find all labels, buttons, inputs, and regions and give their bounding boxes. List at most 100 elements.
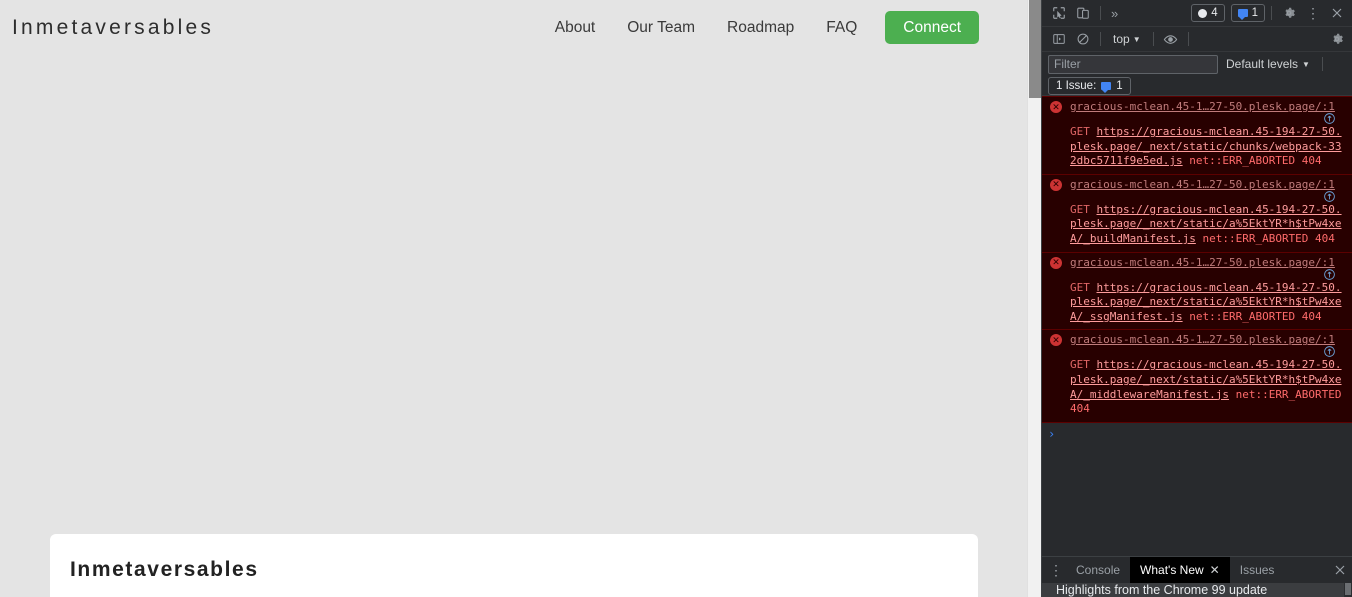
issue-message-icon (1237, 9, 1248, 20)
devtools-main-toolbar: » 4 1 ⋮ (1042, 0, 1352, 27)
log-levels-selector[interactable]: Default levels ▼ (1226, 57, 1310, 71)
console-toolbar: top ▼ (1042, 27, 1352, 52)
more-options-icon[interactable]: ⋮ (1302, 2, 1324, 24)
console-message-list[interactable]: ✕ gracious-mclean.45-1…27-50.plesk.page/… (1042, 96, 1352, 556)
error-circle-icon: ✕ (1050, 178, 1062, 191)
close-icon-whats-new-tab[interactable]: ✕ (1210, 564, 1220, 576)
console-error-row[interactable]: ✕ gracious-mclean.45-1…27-50.plesk.page/… (1042, 96, 1352, 175)
main-navigation: About Our Team Roadmap FAQ Connect (539, 10, 1027, 45)
content-card: Inmetaversables (50, 534, 978, 597)
toolbar-divider (1100, 6, 1101, 20)
issues-chip-icon (1101, 81, 1112, 93)
whats-new-headline[interactable]: Highlights from the Chrome 99 update (1056, 583, 1267, 597)
site-logo[interactable]: Inmetaversables (12, 16, 214, 40)
toolbar-divider-2 (1271, 6, 1272, 20)
console-filter-row: Default levels ▼ (1042, 52, 1352, 76)
console-error-source-link[interactable]: gracious-mclean.45-1…27-50.plesk.page/:1 (1070, 333, 1335, 346)
site-header: Inmetaversables About Our Team Roadmap F… (0, 0, 1027, 55)
console-error-body: GET https://gracious-mclean.45-194-27-50… (1046, 125, 1348, 169)
nav-link-our-team[interactable]: Our Team (611, 19, 711, 37)
console-error-header: ✕ gracious-mclean.45-1…27-50.plesk.page/… (1046, 100, 1348, 124)
whats-new-scrollbar[interactable] (1344, 583, 1352, 597)
whats-new-panel: Highlights from the Chrome 99 update (1042, 583, 1352, 597)
error-circle-icon: ✕ (1050, 334, 1062, 347)
devtools-panel: » 4 1 ⋮ top ▼ Filter Default levels ▼ 1 … (1041, 0, 1352, 597)
console-error-source-link[interactable]: gracious-mclean.45-1…27-50.plesk.page/:1 (1070, 100, 1335, 113)
device-toolbar-icon[interactable] (1072, 2, 1094, 24)
page-vertical-scrollbar[interactable] (1027, 0, 1041, 597)
error-count-badge[interactable]: 4 (1191, 4, 1225, 22)
chevron-down-icon-levels: ▼ (1302, 59, 1310, 69)
console-toolbar-divider-3 (1187, 32, 1189, 46)
drawer-tab-console[interactable]: Console (1066, 557, 1130, 583)
hero-empty-area (0, 55, 1027, 535)
network-request-icon[interactable] (1323, 112, 1336, 125)
nav-link-about[interactable]: About (539, 19, 612, 37)
drawer-more-options-icon[interactable]: ⋮ (1046, 557, 1066, 583)
console-error-row[interactable]: ✕ gracious-mclean.45-1…27-50.plesk.page/… (1042, 174, 1352, 253)
gear-icon[interactable] (1278, 2, 1300, 24)
net-error-status: net::ERR_ABORTED 404 (1202, 231, 1335, 245)
console-sidebar-icon[interactable] (1048, 28, 1070, 50)
error-circle-icon: ✕ (1050, 101, 1062, 113)
console-filter-input[interactable] (1048, 54, 1218, 74)
close-icon[interactable] (1326, 2, 1348, 24)
whats-new-scrollbar-thumb[interactable] (1345, 583, 1351, 595)
http-method: GET (1070, 358, 1090, 372)
clear-console-icon[interactable] (1072, 28, 1094, 50)
execution-context-selector[interactable]: top ▼ (1107, 32, 1147, 46)
more-panels-icon[interactable]: » (1107, 6, 1122, 21)
drawer-tab-whats-new[interactable]: What's New ✕ (1130, 557, 1230, 583)
http-method: GET (1070, 202, 1090, 216)
network-request-icon[interactable] (1323, 190, 1336, 203)
page-scrollbar-thumb[interactable] (1029, 0, 1041, 98)
network-request-icon[interactable] (1323, 345, 1336, 358)
nav-link-faq[interactable]: FAQ (810, 19, 873, 37)
console-error-header: ✕ gracious-mclean.45-1…27-50.plesk.page/… (1046, 333, 1348, 358)
net-error-status: net::ERR_ABORTED 404 (1189, 309, 1322, 323)
console-error-row[interactable]: ✕ gracious-mclean.45-1…27-50.plesk.page/… (1042, 252, 1352, 331)
issue-count-value: 1 (1251, 7, 1258, 19)
console-error-source-link[interactable]: gracious-mclean.45-1…27-50.plesk.page/:1 (1070, 178, 1335, 191)
close-drawer-icon[interactable] (1328, 557, 1352, 583)
console-error-header: ✕ gracious-mclean.45-1…27-50.plesk.page/… (1046, 256, 1348, 280)
drawer-tab-bar: ⋮ Console What's New ✕ Issues (1042, 557, 1352, 583)
live-expression-icon[interactable] (1160, 28, 1182, 50)
error-dot-icon (1198, 8, 1208, 18)
issues-chip-count: 1 (1116, 79, 1123, 92)
console-error-body: GET https://gracious-mclean.45-194-27-50… (1046, 281, 1348, 325)
console-error-header: ✕ gracious-mclean.45-1…27-50.plesk.page/… (1046, 178, 1348, 202)
drawer-tab-issues-label: Issues (1239, 563, 1275, 577)
devtools-drawer: ⋮ Console What's New ✕ Issues Highlights… (1042, 556, 1352, 597)
net-error-status: net::ERR_ABORTED 404 (1189, 154, 1322, 168)
browser-window: Inmetaversables About Our Team Roadmap F… (0, 0, 1352, 597)
filter-row-divider (1321, 57, 1323, 71)
network-request-icon[interactable] (1323, 268, 1336, 281)
page-viewport: Inmetaversables About Our Team Roadmap F… (0, 0, 1027, 597)
console-toolbar-divider (1100, 32, 1101, 46)
console-settings-icon[interactable] (1326, 28, 1348, 50)
issues-bar: 1 Issue: 1 (1042, 76, 1352, 96)
console-input-prompt[interactable]: › (1042, 423, 1352, 445)
console-error-source-link[interactable]: gracious-mclean.45-1…27-50.plesk.page/:1 (1070, 256, 1335, 269)
drawer-tab-whats-new-label: What's New (1140, 563, 1204, 577)
issue-count-badge[interactable]: 1 (1230, 4, 1265, 22)
console-error-row[interactable]: ✕ gracious-mclean.45-1…27-50.plesk.page/… (1042, 330, 1352, 423)
console-toolbar-divider-2 (1152, 32, 1154, 46)
issues-chip-label: 1 Issue: (1056, 79, 1097, 92)
web-page-pane: Inmetaversables About Our Team Roadmap F… (0, 0, 1041, 597)
http-method: GET (1070, 125, 1090, 138)
drawer-tab-issues[interactable]: Issues (1230, 557, 1285, 583)
chevron-down-icon: ▼ (1132, 34, 1141, 44)
console-error-body: GET https://gracious-mclean.45-194-27-50… (1046, 358, 1348, 416)
nav-link-roadmap[interactable]: Roadmap (711, 19, 810, 37)
console-error-body: GET https://gracious-mclean.45-194-27-50… (1046, 203, 1348, 247)
connect-button[interactable]: Connect (885, 10, 979, 45)
drawer-tab-console-label: Console (1076, 563, 1121, 577)
issues-chip[interactable]: 1 Issue: 1 (1048, 76, 1131, 95)
prompt-caret-icon: › (1048, 426, 1056, 441)
error-count-value: 4 (1211, 7, 1218, 19)
card-title: Inmetaversables (70, 558, 259, 581)
error-circle-icon: ✕ (1050, 256, 1062, 269)
inspect-element-icon[interactable] (1048, 2, 1070, 24)
